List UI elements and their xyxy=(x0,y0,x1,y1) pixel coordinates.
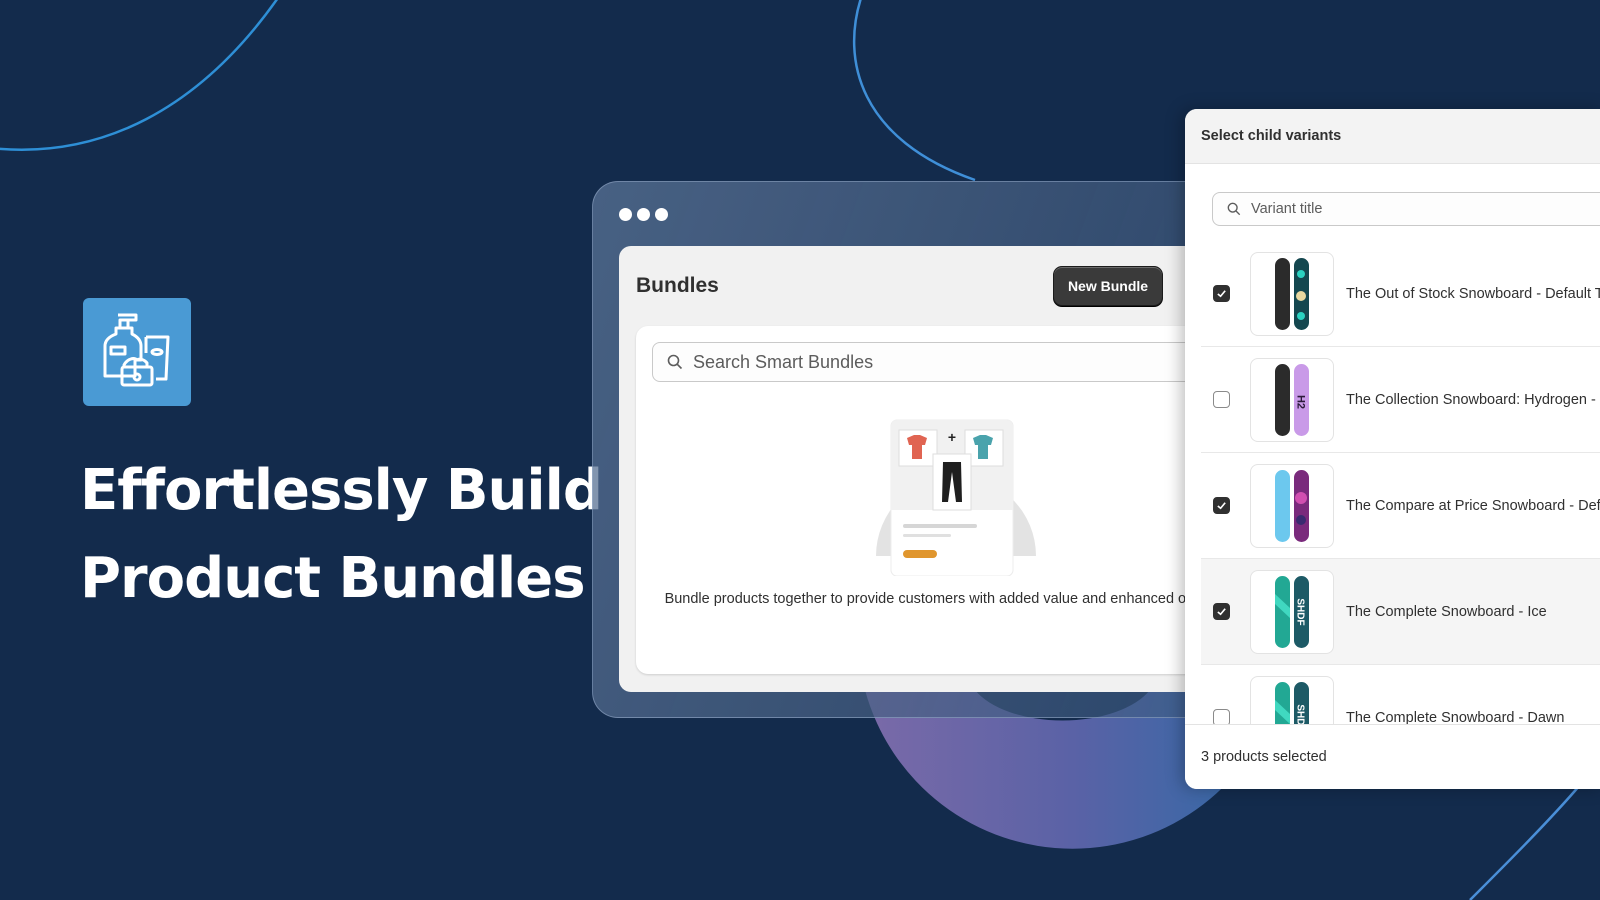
variant-list: The Out of Stock Snowboard - Default Tit… xyxy=(1201,241,1600,724)
snowboard-image xyxy=(1275,469,1309,542)
curve-line-bottom-right xyxy=(1469,784,1581,900)
variant-row[interactable]: SHDF The Complete Snowboard - Ice xyxy=(1201,559,1600,665)
window-controls xyxy=(619,208,668,221)
checkmark-icon xyxy=(1217,502,1226,510)
variant-checkbox-checked[interactable] xyxy=(1213,603,1230,620)
search-bundles-field[interactable] xyxy=(652,342,1252,382)
variant-search-field[interactable] xyxy=(1212,192,1600,226)
window-dot-2[interactable] xyxy=(637,208,650,221)
orange-pill xyxy=(903,550,937,558)
modal-title: Select child variants xyxy=(1185,109,1600,164)
checkmark-icon xyxy=(1217,290,1226,298)
variant-checkbox-unchecked[interactable] xyxy=(1213,709,1230,724)
variant-thumbnail xyxy=(1250,251,1334,336)
svg-text:SHDF: SHDF xyxy=(1295,598,1306,625)
bundles-app-window: Bundles New Bundle + xyxy=(592,181,1252,718)
search-icon xyxy=(667,354,683,370)
variant-row[interactable]: The Compare at Price Snowboard - Default… xyxy=(1201,453,1600,559)
empty-state-illustration: + xyxy=(876,419,1036,576)
variant-title: The Complete Snowboard - Ice xyxy=(1346,603,1547,620)
variant-checkbox-checked[interactable] xyxy=(1213,285,1230,302)
bundles-page: Bundles New Bundle + xyxy=(619,246,1252,692)
window-dot-1[interactable] xyxy=(619,208,632,221)
variant-title: The Complete Snowboard - Dawn xyxy=(1346,709,1565,725)
variant-thumbnail: H2 xyxy=(1250,357,1334,442)
checkmark-icon xyxy=(1217,608,1226,616)
variant-search-input[interactable] xyxy=(1251,201,1551,217)
variant-row[interactable]: The Out of Stock Snowboard - Default Tit… xyxy=(1201,241,1600,347)
search-icon xyxy=(1227,202,1241,216)
search-bundles-input[interactable] xyxy=(693,351,1173,373)
hero-title-line-1: Effortlessly Build xyxy=(80,458,603,523)
empty-state-description: Bundle products together to provide cust… xyxy=(664,591,1238,607)
svg-text:H2: H2 xyxy=(1295,394,1307,408)
bundles-card: + Bundle products together to provide cu… xyxy=(636,326,1252,674)
variant-title: The Compare at Price Snowboard - Default… xyxy=(1346,497,1600,514)
window-dot-3[interactable] xyxy=(655,208,668,221)
hero-title: Effortlessly Build Product Bundles xyxy=(80,447,640,623)
variant-checkbox-unchecked[interactable] xyxy=(1213,391,1230,408)
variant-row[interactable]: SHDF The Complete Snowboard - Dawn xyxy=(1201,665,1600,724)
snowboard-image xyxy=(1275,257,1309,330)
svg-text:SHDF: SHDF xyxy=(1295,704,1306,724)
new-bundle-button[interactable]: New Bundle xyxy=(1053,266,1163,306)
variant-thumbnail: SHDF xyxy=(1250,675,1334,724)
cosmetics-bundle-icon xyxy=(103,313,170,387)
snowboard-image: SHDF xyxy=(1275,575,1309,648)
variant-checkbox-checked[interactable] xyxy=(1213,497,1230,514)
hero-title-line-2: Product Bundles xyxy=(80,546,586,611)
variant-title: The Out of Stock Snowboard - Default Tit… xyxy=(1346,285,1600,302)
snowboard-image: H2 xyxy=(1275,363,1309,436)
variant-thumbnail: SHDF xyxy=(1250,569,1334,654)
snowboard-image: SHDF xyxy=(1275,681,1309,724)
curve-line-top-center xyxy=(852,0,976,182)
select-child-variants-modal: Select child variants The Out of Stock S… xyxy=(1185,109,1600,789)
app-logo-tile xyxy=(83,298,191,406)
curve-line-top-left xyxy=(0,0,278,151)
page-title: Bundles xyxy=(636,274,719,297)
plus-icon: + xyxy=(948,429,956,445)
variant-row[interactable]: H2 The Collection Snowboard: Hydrogen - … xyxy=(1201,347,1600,453)
selection-count: 3 products selected xyxy=(1185,724,1600,789)
variant-thumbnail xyxy=(1250,463,1334,548)
variant-title: The Collection Snowboard: Hydrogen - Def… xyxy=(1346,391,1600,408)
